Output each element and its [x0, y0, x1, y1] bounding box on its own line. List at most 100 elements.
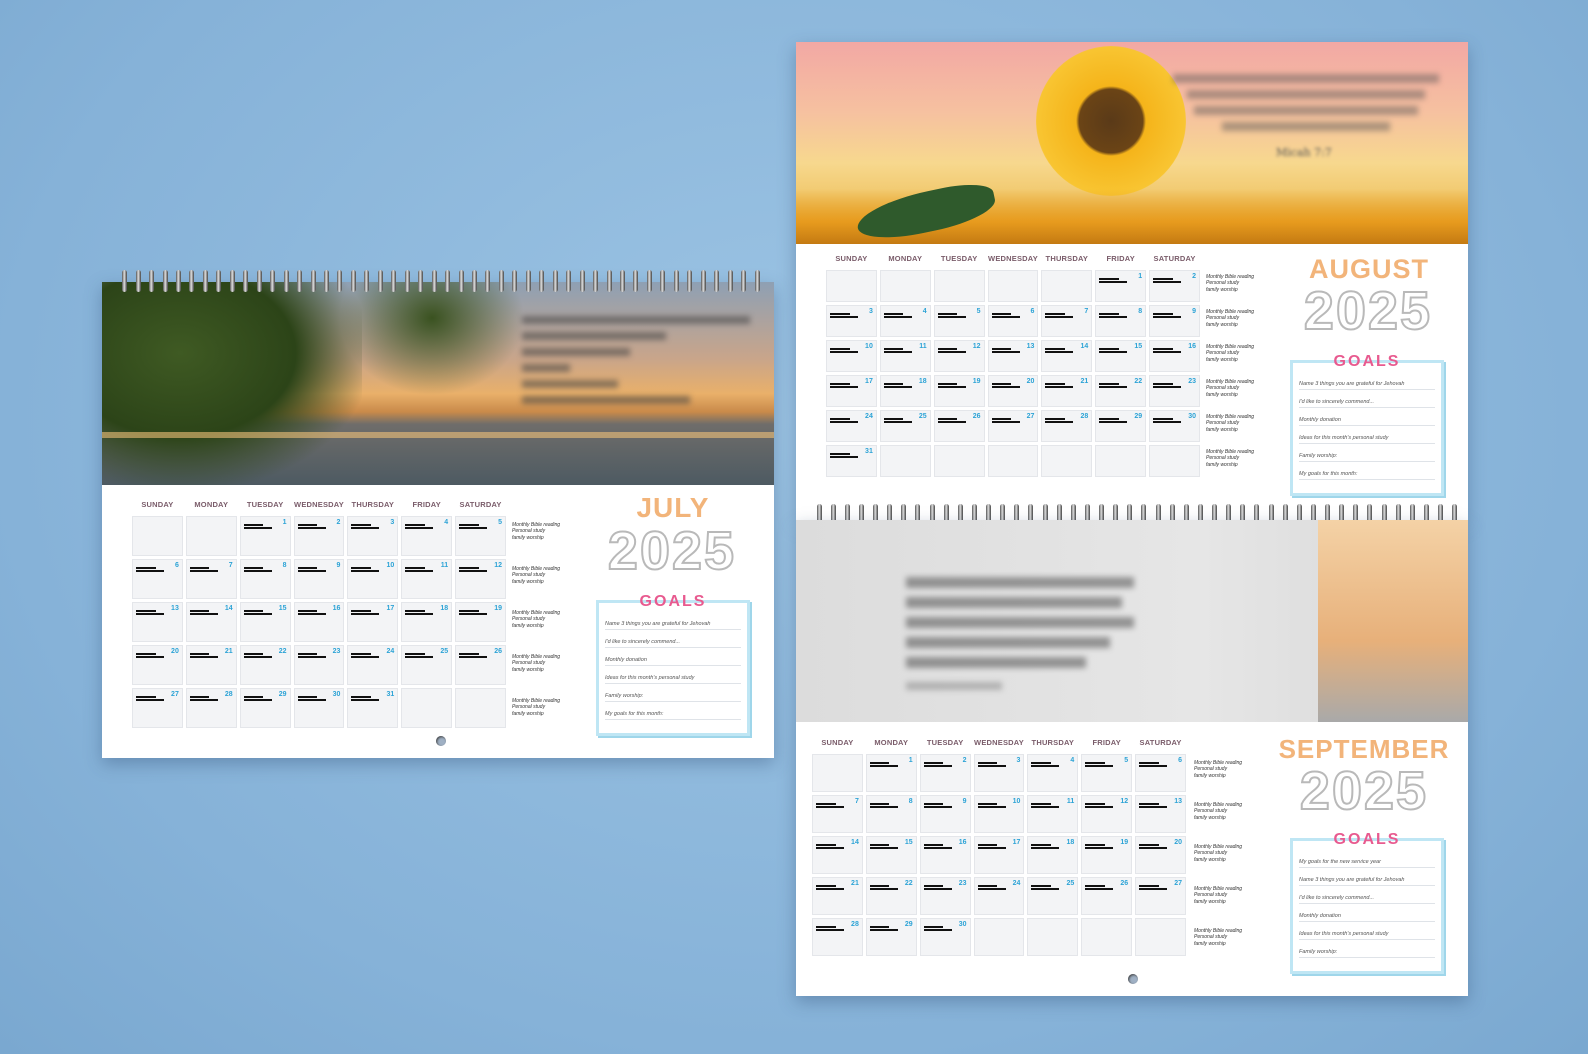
day-cell[interactable]: 16 [919, 836, 971, 874]
day-cell[interactable]: 28 [185, 688, 237, 728]
day-cell[interactable]: 24 [347, 645, 399, 685]
goal-line[interactable]: Family worship: [1299, 949, 1435, 958]
day-cell[interactable]: 9 [293, 559, 345, 599]
day-cell[interactable] [879, 445, 931, 477]
day-cell[interactable]: 3 [826, 305, 877, 337]
day-cell[interactable]: 11 [879, 340, 931, 372]
week-checklist[interactable]: Monthly Bible reading Personal study famil… [512, 566, 560, 585]
day-cell[interactable]: 10 [826, 340, 877, 372]
day-cell[interactable] [1081, 918, 1133, 956]
goal-line[interactable]: I'd like to sincerely commend... [605, 639, 741, 648]
week-checklist[interactable]: Monthly Bible reading Personal study famil… [512, 698, 560, 717]
day-cell[interactable]: 21 [812, 877, 863, 915]
day-cell[interactable] [1149, 445, 1200, 477]
week-checklist[interactable]: Monthly Bible reading Personal study famil… [1194, 886, 1242, 905]
day-cell[interactable]: 15 [865, 836, 917, 874]
day-cell[interactable]: 14 [1041, 340, 1093, 372]
day-cell[interactable]: 4 [879, 305, 931, 337]
week-checklist[interactable]: Monthly Bible reading Personal study famil… [1194, 802, 1242, 821]
day-cell[interactable]: 2 [293, 516, 345, 556]
week-checklist[interactable]: Monthly Bible reading Personal study famil… [1206, 344, 1254, 363]
day-cell[interactable]: 5 [1081, 754, 1133, 792]
day-cell[interactable]: 15 [239, 602, 291, 642]
day-cell[interactable]: 17 [973, 836, 1025, 874]
day-cell[interactable]: 6 [987, 305, 1039, 337]
day-cell[interactable] [185, 516, 237, 556]
day-cell[interactable]: 31 [347, 688, 399, 728]
day-cell[interactable]: 26 [933, 410, 985, 442]
day-cell[interactable]: 25 [1027, 877, 1079, 915]
day-cell[interactable]: 17 [347, 602, 399, 642]
day-cell[interactable]: 28 [812, 918, 863, 956]
day-cell[interactable]: 22 [239, 645, 291, 685]
day-cell[interactable]: 22 [1095, 375, 1147, 407]
day-cell[interactable]: 4 [401, 516, 453, 556]
goal-line[interactable]: Family worship: [1299, 453, 1435, 462]
day-cell[interactable]: 5 [933, 305, 985, 337]
week-checklist[interactable]: Monthly Bible reading Personal study famil… [1194, 928, 1242, 947]
goal-line[interactable]: Monthly donation [1299, 417, 1435, 426]
day-cell[interactable] [973, 918, 1025, 956]
day-cell[interactable]: 2 [1149, 270, 1200, 302]
day-cell[interactable]: 19 [933, 375, 985, 407]
day-cell[interactable]: 3 [347, 516, 399, 556]
day-cell[interactable]: 13 [132, 602, 183, 642]
goal-line[interactable]: Name 3 things you are grateful for Jehov… [605, 621, 741, 630]
goal-line[interactable]: Ideas for this month's personal study [1299, 931, 1435, 940]
day-cell[interactable] [987, 270, 1039, 302]
day-cell[interactable] [933, 445, 985, 477]
day-cell[interactable]: 22 [865, 877, 917, 915]
day-cell[interactable]: 26 [455, 645, 506, 685]
day-cell[interactable]: 11 [1027, 795, 1079, 833]
day-cell[interactable] [812, 754, 863, 792]
day-cell[interactable]: 8 [239, 559, 291, 599]
day-cell[interactable]: 24 [973, 877, 1025, 915]
day-cell[interactable]: 10 [347, 559, 399, 599]
goal-line[interactable]: Monthly donation [605, 657, 741, 666]
goal-line[interactable]: Name 3 things you are grateful for Jehov… [1299, 877, 1435, 886]
day-cell[interactable]: 6 [132, 559, 183, 599]
day-cell[interactable]: 30 [293, 688, 345, 728]
day-cell[interactable] [933, 270, 985, 302]
day-cell[interactable]: 6 [1135, 754, 1186, 792]
day-cell[interactable]: 20 [132, 645, 183, 685]
day-cell[interactable]: 29 [865, 918, 917, 956]
day-cell[interactable]: 23 [293, 645, 345, 685]
day-cell[interactable]: 20 [1135, 836, 1186, 874]
day-cell[interactable]: 7 [812, 795, 863, 833]
week-checklist[interactable]: Monthly Bible reading Personal study famil… [1206, 309, 1254, 328]
day-cell[interactable] [1135, 918, 1186, 956]
day-cell[interactable] [1027, 918, 1079, 956]
day-cell[interactable]: 14 [185, 602, 237, 642]
goal-line[interactable]: My goals for this month: [605, 711, 741, 720]
day-cell[interactable]: 20 [987, 375, 1039, 407]
day-cell[interactable]: 15 [1095, 340, 1147, 372]
day-cell[interactable]: 13 [1135, 795, 1186, 833]
day-cell[interactable] [401, 688, 453, 728]
day-cell[interactable]: 2 [919, 754, 971, 792]
goal-line[interactable]: My goals for this month: [1299, 471, 1435, 480]
day-cell[interactable]: 29 [239, 688, 291, 728]
day-cell[interactable]: 16 [1149, 340, 1200, 372]
day-cell[interactable]: 3 [973, 754, 1025, 792]
week-checklist[interactable]: Monthly Bible reading Personal study famil… [1194, 760, 1242, 779]
day-cell[interactable]: 30 [1149, 410, 1200, 442]
day-cell[interactable]: 10 [973, 795, 1025, 833]
day-cell[interactable] [455, 688, 506, 728]
goal-line[interactable]: Ideas for this month's personal study [1299, 435, 1435, 444]
day-cell[interactable]: 24 [826, 410, 877, 442]
goal-line[interactable]: Monthly donation [1299, 913, 1435, 922]
day-cell[interactable]: 13 [987, 340, 1039, 372]
day-cell[interactable]: 1 [1095, 270, 1147, 302]
day-cell[interactable]: 23 [1149, 375, 1200, 407]
goal-line[interactable]: Ideas for this month's personal study [605, 675, 741, 684]
day-cell[interactable]: 1 [239, 516, 291, 556]
day-cell[interactable]: 5 [455, 516, 506, 556]
day-cell[interactable]: 8 [1095, 305, 1147, 337]
day-cell[interactable]: 12 [455, 559, 506, 599]
day-cell[interactable] [1041, 270, 1093, 302]
day-cell[interactable]: 27 [132, 688, 183, 728]
day-cell[interactable]: 16 [293, 602, 345, 642]
day-cell[interactable]: 23 [919, 877, 971, 915]
day-cell[interactable]: 19 [1081, 836, 1133, 874]
